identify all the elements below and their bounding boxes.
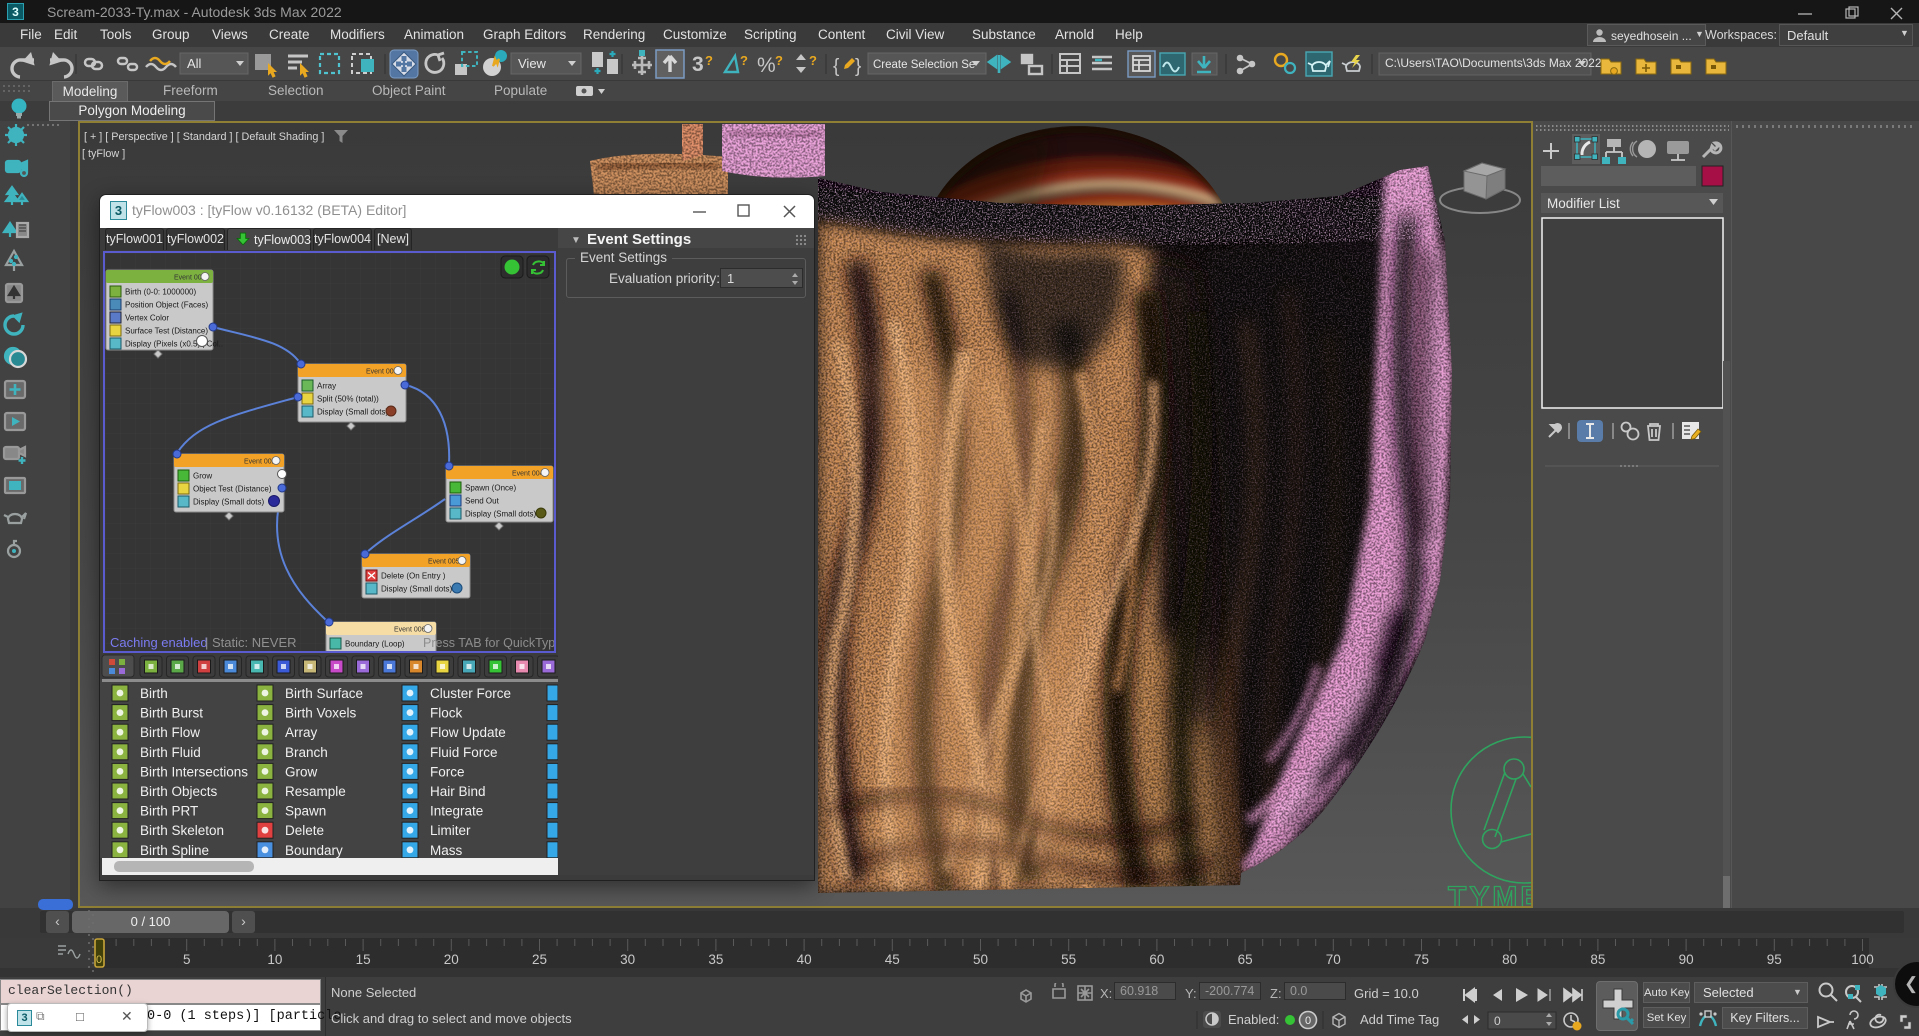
svg-text:| Static: NEVER: | Static: NEVER	[205, 635, 297, 650]
svg-text:70: 70	[1326, 952, 1341, 967]
svg-text:Limiter: Limiter	[430, 823, 471, 838]
svg-text:Surface Test (Distance): Surface Test (Distance)	[125, 327, 208, 336]
svg-text:Enabled:: Enabled:	[1228, 1012, 1279, 1027]
svg-text:Event 005: Event 005	[428, 559, 460, 566]
svg-text:Force: Force	[430, 764, 465, 779]
svg-text:Create Selection Se: Create Selection Se	[873, 59, 975, 71]
svg-text:60: 60	[1149, 952, 1164, 967]
svg-text:Display (Small dots): Display (Small dots)	[465, 510, 536, 519]
svg-text:Spawn (Once): Spawn (Once)	[465, 484, 516, 493]
svg-text:90: 90	[1679, 952, 1694, 967]
svg-text:0: 0	[1494, 1014, 1501, 1028]
svg-text:C:\Users\TAO\Documents\3ds Max: C:\Users\TAO\Documents\3ds Max 2022	[1385, 56, 1602, 70]
svg-text:0: 0	[1305, 1015, 1311, 1027]
svg-text:All: All	[187, 56, 202, 71]
svg-text:Birth Objects: Birth Objects	[140, 784, 218, 799]
svg-text:?: ?	[809, 53, 817, 68]
svg-text:10: 10	[267, 952, 282, 967]
svg-text:Fluid Force: Fluid Force	[430, 745, 498, 760]
svg-text:15: 15	[356, 952, 371, 967]
svg-text:Display (Small dots): Display (Small dots)	[381, 585, 452, 594]
svg-text:Flock: Flock	[430, 706, 463, 721]
svg-text:Birth Intersections: Birth Intersections	[140, 764, 248, 779]
svg-text:?: ?	[705, 53, 713, 68]
svg-text:35: 35	[708, 952, 723, 967]
svg-text:Birth Flow: Birth Flow	[140, 725, 200, 740]
svg-text:Flow Update: Flow Update	[430, 725, 506, 740]
svg-text:{: {	[833, 56, 840, 77]
svg-text:?: ?	[740, 53, 748, 68]
svg-text:Press TAB for QuickType: Press TAB for QuickType	[423, 636, 554, 650]
svg-text:}: }	[855, 56, 861, 77]
svg-text:Display (Small dots): Display (Small dots)	[193, 498, 264, 507]
svg-text:%: %	[757, 54, 776, 77]
svg-text:Boundary: Boundary	[285, 843, 343, 858]
svg-text:Branch: Branch	[285, 745, 328, 760]
svg-text:5: 5	[183, 952, 191, 967]
svg-text:50: 50	[973, 952, 988, 967]
svg-text:Event 003: Event 003	[366, 369, 398, 376]
svg-text:[ tyFlow ]: [ tyFlow ]	[82, 148, 125, 160]
svg-text:25: 25	[532, 952, 547, 967]
svg-text:Integrate: Integrate	[430, 804, 483, 819]
svg-text:Position Object (Faces): Position Object (Faces)	[125, 301, 208, 310]
svg-text:Caching enabled: Caching enabled	[110, 635, 208, 650]
svg-text:80: 80	[1502, 952, 1517, 967]
svg-text:30: 30	[620, 952, 635, 967]
svg-text:Array: Array	[285, 725, 318, 740]
svg-text:100: 100	[1851, 952, 1874, 967]
svg-text:Event 002: Event 002	[244, 459, 276, 466]
svg-text:Object Test (Distance): Object Test (Distance)	[193, 485, 272, 494]
svg-text:75: 75	[1414, 952, 1429, 967]
svg-text:Birth: Birth	[140, 686, 168, 701]
svg-text:Split (50% (total)): Split (50% (total))	[317, 395, 379, 404]
svg-text:View: View	[518, 56, 547, 71]
svg-text:Event 004: Event 004	[512, 471, 544, 478]
svg-text:?: ?	[775, 53, 783, 68]
svg-text:3: 3	[692, 53, 704, 76]
svg-text:Birth Skeleton: Birth Skeleton	[140, 823, 224, 838]
svg-text:Grow: Grow	[193, 472, 212, 481]
svg-text:45: 45	[885, 952, 900, 967]
svg-text:Boundary (Loop): Boundary (Loop)	[345, 640, 405, 649]
svg-text:85: 85	[1590, 952, 1605, 967]
svg-text:Birth PRT: Birth PRT	[140, 804, 198, 819]
svg-text:65: 65	[1238, 952, 1253, 967]
svg-text:55: 55	[1061, 952, 1076, 967]
svg-text:40: 40	[797, 952, 812, 967]
svg-text:Birth Fluid: Birth Fluid	[140, 745, 201, 760]
svg-text:Birth Burst: Birth Burst	[140, 706, 203, 721]
svg-text:Send Out: Send Out	[465, 497, 500, 506]
svg-text:Grow: Grow	[285, 764, 318, 779]
svg-text:Delete (On Entry ): Delete (On Entry )	[381, 572, 446, 581]
svg-text:TYMES: TYMES	[1448, 881, 1531, 906]
svg-text:Mass: Mass	[430, 843, 463, 858]
svg-text:Array: Array	[317, 382, 336, 391]
svg-text:Display (Pixels (x0.5) | Col..: Display (Pixels (x0.5) | Col..	[125, 340, 223, 349]
svg-text:Hair Bind: Hair Bind	[430, 784, 486, 799]
svg-text:Delete: Delete	[285, 823, 324, 838]
svg-text:Display (Small dots): Display (Small dots)	[317, 408, 388, 417]
svg-text:Birth Voxels: Birth Voxels	[285, 706, 357, 721]
svg-text:Birth Spline: Birth Spline	[140, 843, 209, 858]
svg-text:Birth Surface: Birth Surface	[285, 686, 363, 701]
svg-text:Birth (0-0: 1000000): Birth (0-0: 1000000)	[125, 288, 196, 297]
svg-text:Spawn: Spawn	[285, 804, 326, 819]
svg-text:Event 006: Event 006	[394, 627, 426, 634]
svg-text:20: 20	[444, 952, 459, 967]
svg-text:Cluster Force: Cluster Force	[430, 686, 511, 701]
svg-text:Modifier List: Modifier List	[1547, 196, 1620, 211]
svg-text:0: 0	[96, 954, 102, 966]
svg-text:95: 95	[1767, 952, 1782, 967]
svg-text:Vertex Color: Vertex Color	[125, 314, 169, 323]
svg-text:[ + ] [ Perspective ] [ Standa: [ + ] [ Perspective ] [ Standard ] [ Def…	[84, 131, 324, 143]
svg-text:Resample: Resample	[285, 784, 346, 799]
